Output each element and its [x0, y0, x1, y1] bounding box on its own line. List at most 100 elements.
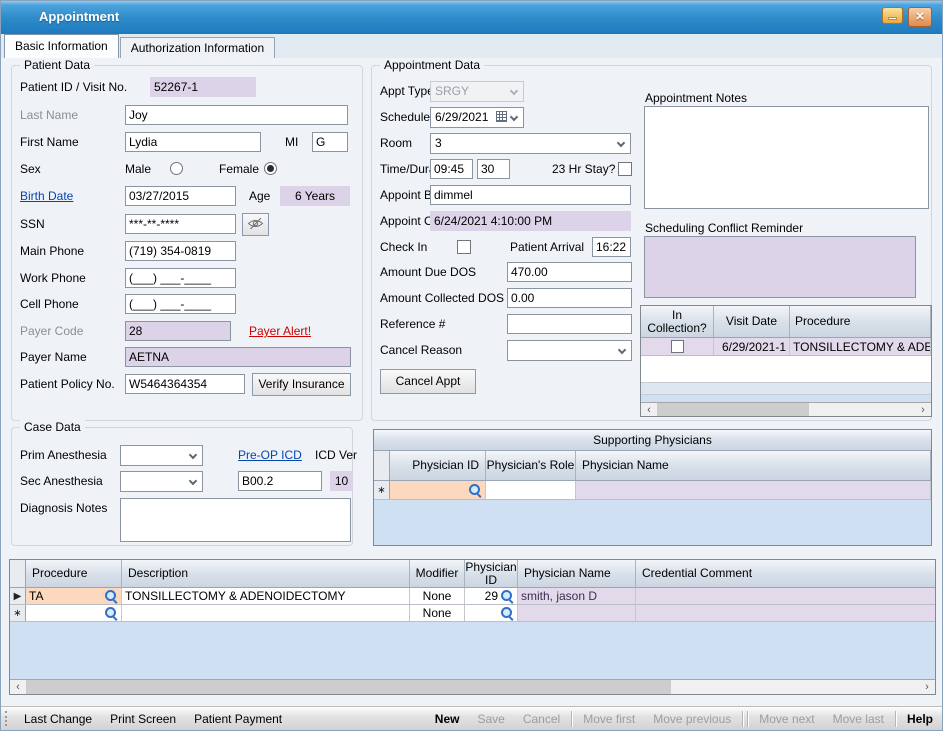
cancel-appt-button[interactable]: Cancel Appt [380, 369, 476, 394]
policy-number-field[interactable] [125, 374, 245, 394]
room-select[interactable]: 3 [430, 133, 631, 154]
column-header[interactable]: Visit Date [714, 306, 790, 337]
cancel-button[interactable]: Cancel [514, 712, 569, 726]
tab-authorization-information[interactable]: Authorization Information [120, 37, 275, 58]
birth-date-field[interactable] [125, 186, 236, 206]
physician-id-cell[interactable]: 29 [465, 588, 518, 604]
cancel-reason-select[interactable] [507, 340, 632, 361]
patient-arrival-field[interactable] [592, 237, 631, 257]
first-name-field[interactable] [125, 132, 261, 152]
mi-field[interactable] [312, 132, 348, 152]
move-previous-button[interactable]: Move previous [644, 712, 740, 726]
preop-icd-link[interactable]: Pre-OP ICD [238, 445, 302, 465]
credential-comment-cell[interactable] [636, 588, 935, 604]
column-header[interactable]: Physician's Role [486, 451, 576, 480]
procedure-cell[interactable] [26, 605, 122, 621]
physician-id-cell[interactable] [390, 481, 486, 499]
magnifier-icon[interactable] [500, 606, 514, 620]
conflict-reminder-textarea[interactable] [644, 236, 916, 298]
scrollbar-thumb[interactable] [26, 680, 671, 694]
column-header[interactable]: In Collection? [641, 306, 714, 337]
patient-payment-button[interactable]: Patient Payment [185, 712, 291, 726]
magnifier-icon[interactable] [500, 589, 514, 603]
last-change-button[interactable]: Last Change [15, 712, 101, 726]
column-header[interactable]: Procedure [26, 560, 122, 587]
column-header[interactable]: Physician Name [518, 560, 636, 587]
modifier-cell[interactable]: None [410, 605, 465, 621]
stay-checkbox[interactable] [618, 162, 632, 176]
save-button[interactable]: Save [468, 712, 513, 726]
procedure-cell[interactable]: TONSILLECTOMY & ADENOIDECTOMY [790, 338, 931, 355]
new-row-selector[interactable]: ∗ [10, 605, 26, 621]
column-header[interactable]: Physician Name [576, 451, 931, 480]
reference-field[interactable] [507, 314, 632, 334]
scroll-right-icon[interactable]: › [915, 403, 931, 416]
duration-field[interactable] [477, 159, 510, 179]
payer-alert-link[interactable]: Payer Alert! [249, 321, 311, 341]
preop-icd-field[interactable] [238, 471, 322, 491]
diagnosis-notes-textarea[interactable] [120, 498, 351, 542]
check-in-checkbox[interactable] [457, 240, 471, 254]
in-collection-checkbox[interactable] [671, 340, 684, 353]
minimize-button[interactable] [882, 7, 903, 24]
cell-phone-field[interactable] [125, 294, 236, 314]
column-header[interactable]: Physician ID [465, 560, 518, 587]
description-cell[interactable]: TONSILLECTOMY & ADENOIDECTOMY [122, 588, 410, 604]
help-button[interactable]: Help [898, 712, 942, 726]
column-header[interactable]: Procedure [790, 306, 931, 337]
amount-due-field[interactable] [507, 262, 632, 282]
magnifier-icon[interactable] [104, 606, 118, 620]
appointment-notes-textarea[interactable] [644, 106, 929, 209]
close-button[interactable]: × [908, 7, 932, 27]
physician-role-cell[interactable] [486, 481, 576, 499]
scrollbar-thumb[interactable] [657, 403, 809, 416]
scroll-left-icon[interactable]: ‹ [10, 680, 26, 694]
visit-date-cell[interactable]: 6/29/2021-1 [714, 338, 790, 355]
last-name-field[interactable] [125, 105, 348, 125]
cell-phone-label: Cell Phone [20, 294, 79, 314]
magnifier-icon[interactable] [468, 483, 482, 497]
schedule-date-picker[interactable]: 6/29/2021 [430, 107, 524, 128]
current-row-selector[interactable]: ▶ [10, 588, 26, 604]
birth-date-link[interactable]: Birth Date [20, 186, 73, 206]
scroll-right-icon[interactable]: › [919, 680, 935, 694]
prim-anesthesia-select[interactable] [120, 445, 203, 466]
column-header[interactable]: Physician ID [390, 451, 486, 480]
appoint-by-field[interactable] [430, 185, 631, 205]
physician-id-cell[interactable] [465, 605, 518, 621]
amount-collected-field[interactable] [507, 288, 632, 308]
work-phone-field[interactable] [125, 268, 236, 288]
appt-type-select[interactable]: SRGY [430, 81, 524, 102]
physician-name-cell[interactable] [518, 605, 636, 621]
close-icon: × [916, 8, 925, 25]
sec-anesthesia-select[interactable] [120, 471, 203, 492]
credential-comment-cell[interactable] [636, 605, 935, 621]
physician-name-cell[interactable] [576, 481, 931, 499]
new-button[interactable]: New [426, 712, 469, 726]
verify-insurance-button[interactable]: Verify Insurance [252, 373, 351, 396]
physician-name-cell[interactable]: smith, jason D [518, 588, 636, 604]
toolbar-right-group: New Save Cancel Move first Move previous… [426, 711, 942, 727]
move-last-button[interactable]: Move last [824, 712, 893, 726]
ssn-field[interactable] [125, 214, 236, 234]
time-field[interactable] [430, 159, 473, 179]
in-collection-cell[interactable] [641, 338, 714, 355]
ssn-reveal-button[interactable] [242, 213, 269, 236]
magnifier-icon[interactable] [104, 589, 118, 603]
column-header[interactable]: Credential Comment [636, 560, 935, 587]
scroll-left-icon[interactable]: ‹ [641, 403, 657, 416]
column-header[interactable]: Description [122, 560, 410, 587]
description-cell[interactable] [122, 605, 410, 621]
tab-page-basic-information: Patient Data Patient ID / Visit No. 5226… [1, 58, 942, 706]
modifier-cell[interactable]: None [410, 588, 465, 604]
female-radio[interactable] [264, 162, 277, 175]
procedure-cell[interactable]: TA [26, 588, 122, 604]
move-next-button[interactable]: Move next [750, 712, 823, 726]
tab-basic-information[interactable]: Basic Information [4, 34, 119, 58]
column-header[interactable]: Modifier [410, 560, 465, 587]
male-radio[interactable] [170, 162, 183, 175]
new-row-selector[interactable]: ∗ [374, 481, 390, 499]
move-first-button[interactable]: Move first [574, 712, 644, 726]
print-screen-button[interactable]: Print Screen [101, 712, 185, 726]
main-phone-field[interactable] [125, 241, 236, 261]
